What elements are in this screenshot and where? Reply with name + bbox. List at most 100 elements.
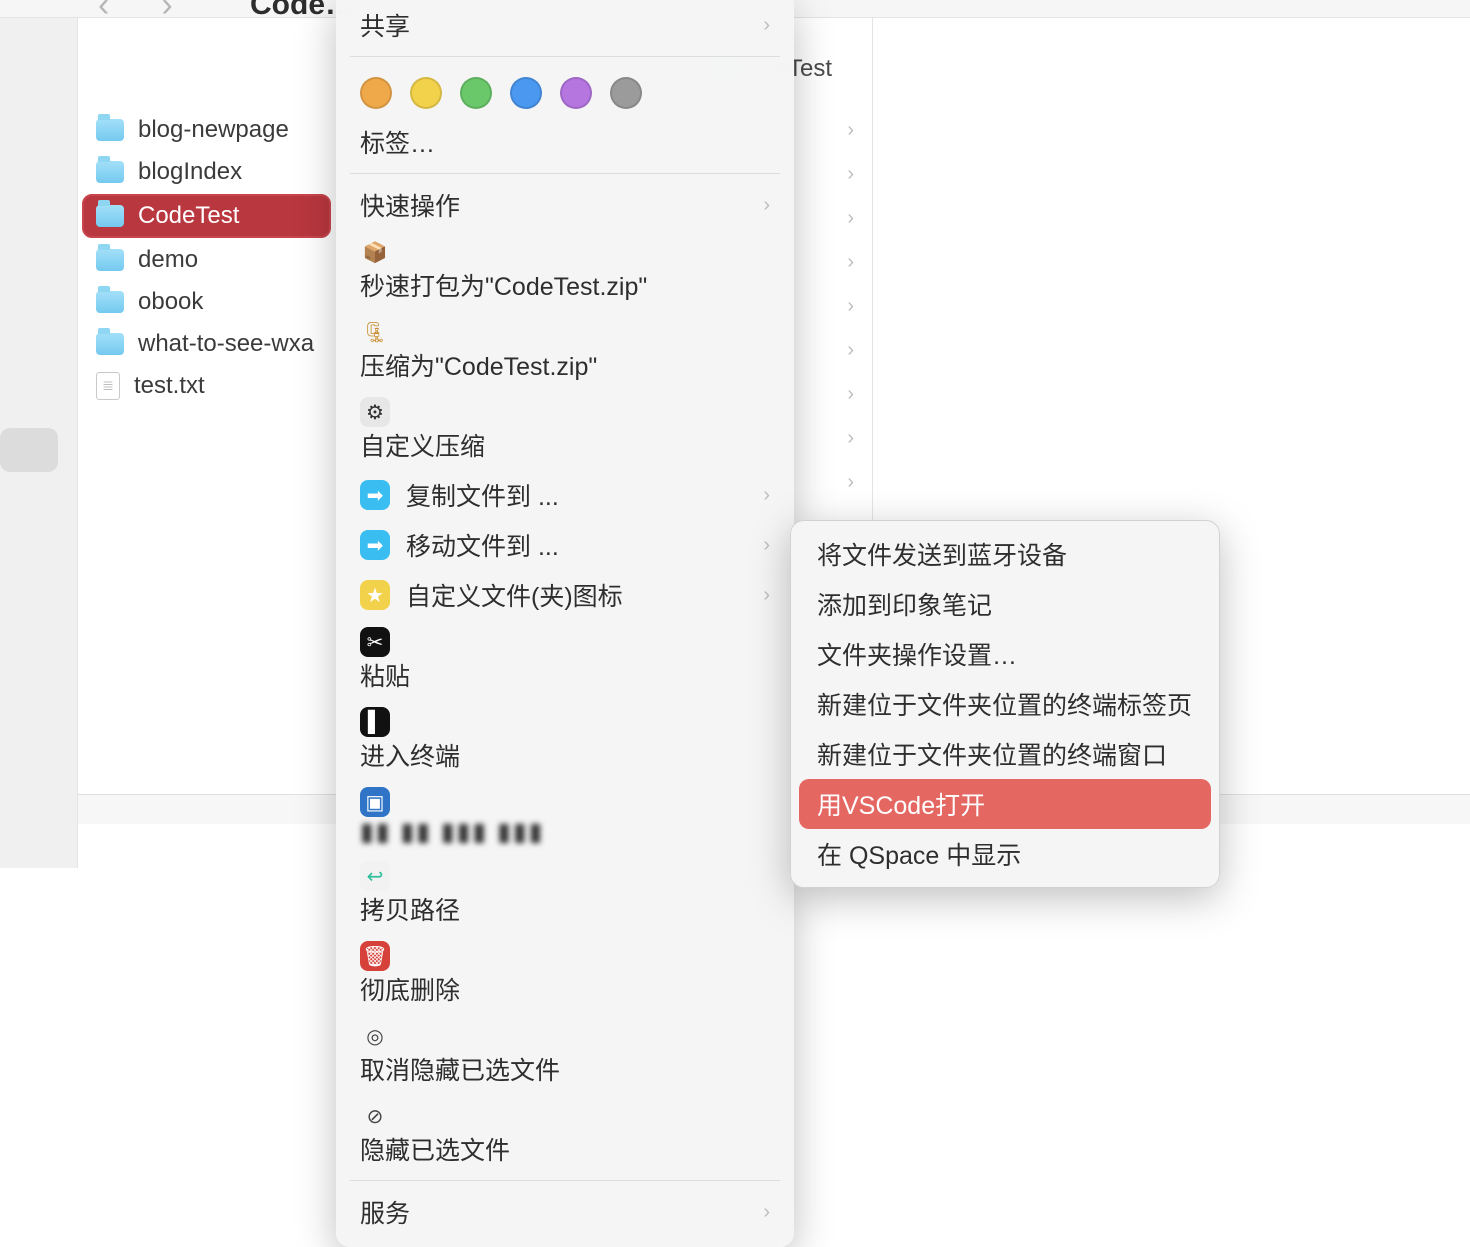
sidebar-selected-item[interactable]	[0, 428, 58, 472]
menu-move_to[interactable]: ➡ 移动文件到 ... ›	[336, 520, 794, 570]
tag-color-dot[interactable]	[360, 77, 392, 109]
file-row-label: blogIndex	[138, 158, 242, 186]
chevron-right-icon: ›	[847, 383, 854, 406]
services-item[interactable]: 添加到印象笔记	[799, 579, 1211, 629]
chevron-right-icon: ›	[763, 484, 770, 507]
menu-item-label: 隐藏已选文件	[360, 1137, 510, 1165]
file-row[interactable]: what-to-see-wxa	[84, 324, 331, 364]
menu-copy_path[interactable]: ↩拷贝路径	[336, 854, 794, 934]
menu-services-label: 服务	[360, 1194, 410, 1230]
file-row-label: demo	[138, 246, 198, 274]
menu-custom_zip[interactable]: ⚙︎ 自定义压缩	[336, 390, 794, 470]
file-row-label: blog-newpage	[138, 116, 289, 144]
chevron-right-icon: ›	[847, 427, 854, 450]
services-item[interactable]: 将文件发送到蓝牙设备	[799, 529, 1211, 579]
document-icon	[96, 372, 120, 400]
menu-item-label: ▮▮ ▮▮ ▮▮▮ ▮▮▮	[360, 818, 544, 846]
menu-item-label: 压缩为"CodeTest.zip"	[360, 353, 597, 381]
menu-quick-actions[interactable]: 快速操作 ›	[336, 180, 794, 230]
copy-icon: ➡	[360, 480, 390, 510]
folder-icon	[96, 249, 124, 271]
chevron-right-icon: ›	[847, 295, 854, 318]
menu-zip_as[interactable]: 🗜 压缩为"CodeTest.zip"	[336, 310, 794, 390]
menu-item-label: 移动文件到 ...	[406, 527, 559, 563]
tag-color-dot[interactable]	[560, 77, 592, 109]
menu-item-label: 彻底删除	[360, 977, 460, 1005]
chevron-right-icon: ›	[763, 194, 770, 217]
move-icon: ➡	[360, 530, 390, 560]
file-row[interactable]: obook	[84, 282, 331, 322]
file-list-column: blog-newpage blogIndex CodeTest demo obook wh…	[78, 18, 338, 868]
menu-tags[interactable]: 标签…	[336, 117, 794, 167]
file-row[interactable]: CodeTest	[82, 194, 331, 238]
menu-hide[interactable]: ⊘ 隐藏已选文件	[336, 1094, 794, 1174]
services-item[interactable]: 在 QSpace 中显示	[799, 829, 1211, 879]
menu-item-label: 复制文件到 ...	[406, 477, 559, 513]
menu-item-label: 自定义文件(夹)图标	[406, 577, 623, 613]
chevron-right-icon: ›	[763, 584, 770, 607]
file-row[interactable]: demo	[84, 240, 331, 280]
file-row[interactable]: blogIndex	[84, 152, 331, 192]
star-icon: ★	[360, 580, 390, 610]
eye-icon: ◎	[360, 1021, 390, 1051]
menu-item-label: 粘贴	[360, 663, 410, 691]
menu-quick-actions-label: 快速操作	[360, 187, 460, 223]
menu-delete_forever[interactable]: 🗑彻底删除	[336, 934, 794, 1014]
tag-color-row	[336, 63, 794, 117]
menu-share[interactable]: 共享 ›	[336, 0, 794, 50]
chevron-right-icon: ›	[847, 163, 854, 186]
tag-color-dot[interactable]	[460, 77, 492, 109]
menu-item-label: 取消隐藏已选文件	[360, 1057, 560, 1085]
tag-color-dot[interactable]	[610, 77, 642, 109]
services-item[interactable]: 文件夹操作设置…	[799, 629, 1211, 679]
folder-icon	[96, 161, 124, 183]
config-icon: ⚙︎	[360, 397, 390, 427]
chevron-right-icon: ›	[847, 119, 854, 142]
zip2-icon: 🗜	[360, 317, 390, 347]
file-row[interactable]: test.txt	[84, 366, 331, 406]
menu-item-label: 拷贝路径	[360, 897, 460, 925]
menu-item-label: 进入终端	[360, 743, 460, 771]
folder-icon	[96, 119, 124, 141]
menu-obscured[interactable]: ▣▮▮ ▮▮ ▮▮▮ ▮▮▮	[336, 780, 794, 854]
chevron-right-icon: ›	[763, 534, 770, 557]
eyeslash-icon: ⊘	[360, 1101, 390, 1131]
menu-services[interactable]: 服务 ›	[336, 1187, 794, 1237]
menu-enter_terminal[interactable]: ▌进入终端	[336, 700, 794, 780]
file-row[interactable]: blog-newpage	[84, 110, 331, 150]
chevron-right-icon: ›	[847, 207, 854, 230]
services-item[interactable]: 新建位于文件夹位置的终端窗口	[799, 729, 1211, 779]
menu-separator	[350, 1180, 780, 1181]
folder-icon	[96, 205, 124, 227]
dx-icon: ▣	[360, 787, 390, 817]
context-menu[interactable]: 共享 › 标签… 快速操作 › 📦 秒速打包为"CodeTest.zip" 🗜 压缩为…	[336, 0, 794, 1247]
menu-separator	[350, 173, 780, 174]
menu-copy_to[interactable]: ➡ 复制文件到 ... ›	[336, 470, 794, 520]
chevron-right-icon: ›	[847, 251, 854, 274]
menu-tags-label: 标签…	[360, 124, 435, 160]
services-item[interactable]: 用VSCode打开	[799, 779, 1211, 829]
menu-item-label: 自定义压缩	[360, 433, 485, 461]
menu-zip_fast[interactable]: 📦 秒速打包为"CodeTest.zip"	[336, 230, 794, 310]
chevron-right-icon: ›	[847, 339, 854, 362]
chevron-right-icon: ›	[847, 471, 854, 494]
chevron-right-icon: ›	[763, 1201, 770, 1224]
chevron-right-icon: ›	[763, 14, 770, 37]
zip-icon: 📦	[360, 237, 390, 267]
paste-icon: ✂	[360, 627, 390, 657]
menu-share-label: 共享	[360, 7, 410, 43]
file-row-label: CodeTest	[138, 202, 239, 230]
services-item[interactable]: 新建位于文件夹位置的终端标签页	[799, 679, 1211, 729]
menu-unhide[interactable]: ◎ 取消隐藏已选文件	[336, 1014, 794, 1094]
file-row-label: what-to-see-wxa	[138, 330, 314, 358]
tag-color-dot[interactable]	[410, 77, 442, 109]
menu-paste[interactable]: ✂ 粘贴	[336, 620, 794, 700]
file-row-label: test.txt	[134, 372, 205, 400]
menu-item-label: 秒速打包为"CodeTest.zip"	[360, 273, 647, 301]
sidebar	[0, 18, 78, 868]
tag-color-dot[interactable]	[510, 77, 542, 109]
folder-icon	[96, 291, 124, 313]
menu-custom_icon[interactable]: ★ 自定义文件(夹)图标 ›	[336, 570, 794, 620]
folder-icon	[96, 333, 124, 355]
services-submenu[interactable]: 将文件发送到蓝牙设备添加到印象笔记文件夹操作设置…新建位于文件夹位置的终端标签页…	[790, 520, 1220, 888]
